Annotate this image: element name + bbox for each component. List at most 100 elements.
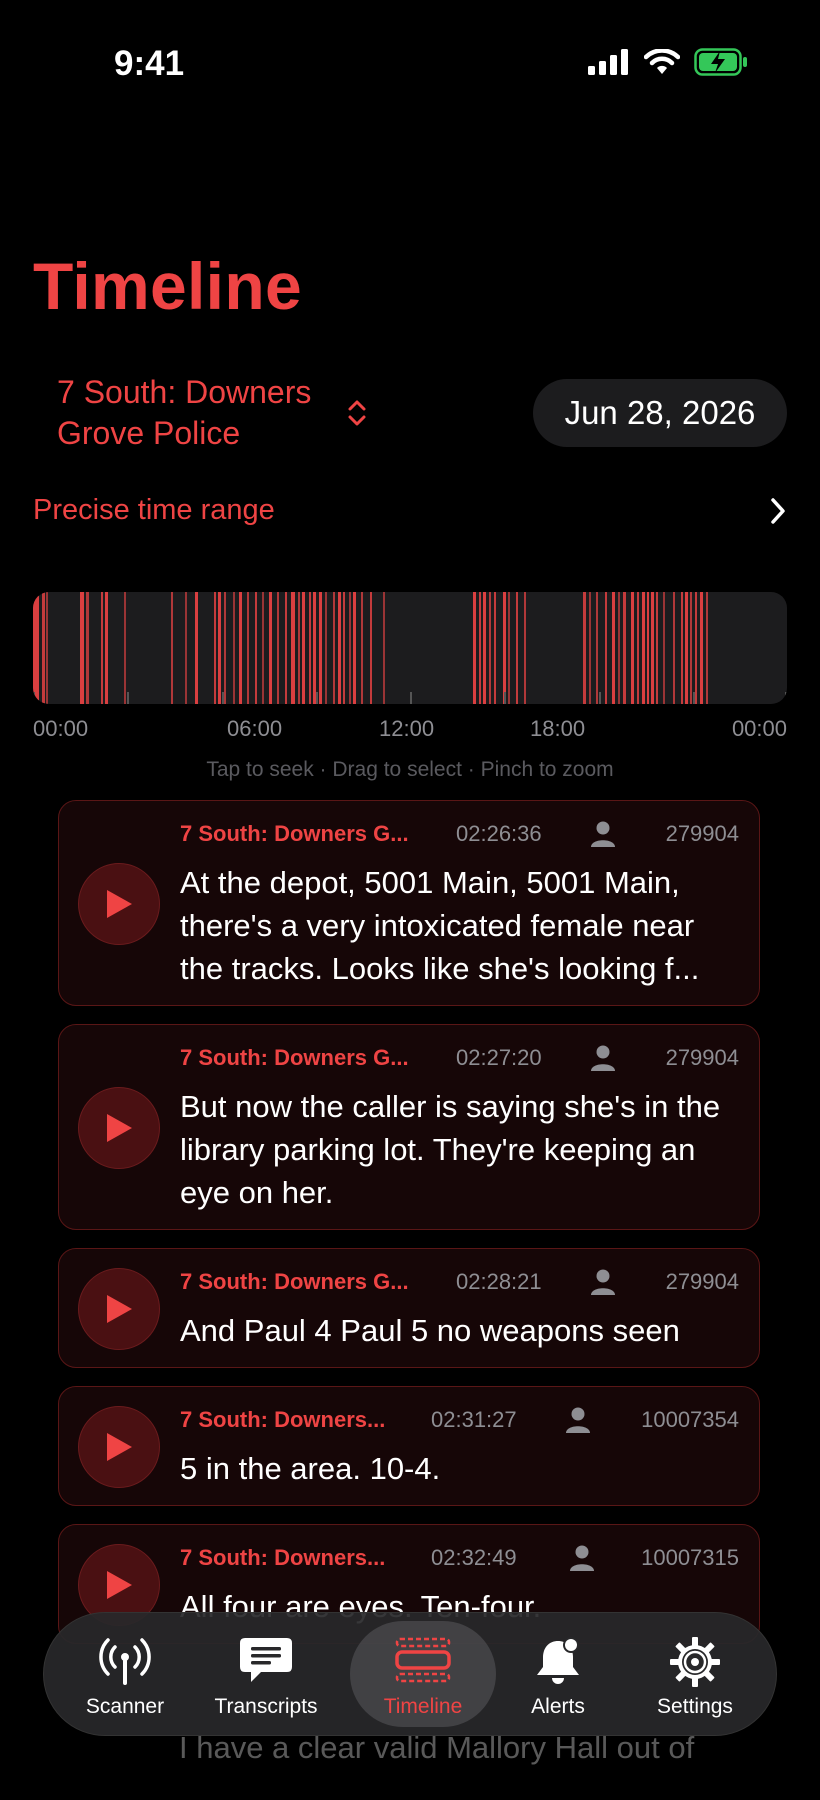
- timeline-activity-bar: [596, 592, 598, 704]
- play-button[interactable]: [78, 1087, 160, 1169]
- timeline-activity-bar: [333, 592, 335, 704]
- timeline-activity-bar: [494, 592, 496, 704]
- timeline-activity-bar: [631, 592, 634, 704]
- axis-label-6: 06:00: [227, 716, 283, 741]
- timeline-activity-bar: [612, 592, 615, 704]
- transcript-channel: 7 South: Downers...: [180, 1407, 386, 1432]
- timeline-activity-bar: [370, 592, 372, 704]
- transcript-meta: 7 South: Downers... 02:31:27 10007354: [180, 1407, 739, 1437]
- tab-timeline[interactable]: Timeline: [350, 1621, 496, 1727]
- timeline-activity-bar: [105, 592, 108, 704]
- transcript-meta: 7 South: Downers... 02:32:49 10007315: [180, 1545, 739, 1575]
- timeline-activity-bars: [33, 592, 787, 704]
- precise-time-range-label: Precise time range: [33, 494, 275, 526]
- timeline-tick: [222, 692, 224, 704]
- timeline-activity-bar: [383, 592, 385, 704]
- wifi-icon: [644, 49, 680, 74]
- timeline-tick: [599, 692, 601, 704]
- axis-label-0: 00:00: [33, 716, 89, 741]
- timeline-activity-bar: [42, 592, 45, 704]
- timeline-hint: Tap to seek · Drag to select · Pinch to …: [206, 758, 614, 781]
- timeline-activity-bar: [233, 592, 235, 704]
- tab-label: Scanner: [85, 1695, 165, 1718]
- axis-label-18: 18:00: [530, 716, 586, 741]
- timeline-activity-bar: [508, 592, 510, 704]
- play-icon: [107, 890, 132, 918]
- transcript-channel: 7 South: Downers G...: [180, 821, 409, 846]
- timeline-activity-bar: [255, 592, 257, 704]
- timeline-activity-bar: [285, 592, 287, 704]
- person-icon: [591, 1045, 615, 1071]
- tab-label: Timeline: [383, 1695, 463, 1718]
- timeline-activity-bar: [690, 592, 692, 704]
- play-icon: [107, 1571, 132, 1599]
- timeline-activity-bar: [685, 592, 688, 704]
- transcript-channel: 7 South: Downers G...: [180, 1269, 409, 1294]
- timeline-activity-bar: [623, 592, 626, 704]
- play-button[interactable]: [78, 863, 160, 945]
- timeline-activity-bar: [224, 592, 226, 704]
- transcript-meta: 7 South: Downers G... 02:27:20 279904: [180, 1045, 739, 1075]
- timeline-activity-bar: [361, 592, 363, 704]
- timeline-tick: [785, 692, 787, 704]
- timeline-activity-bar: [647, 592, 649, 704]
- transcript-unit-id: 279904: [665, 821, 739, 846]
- timeline-activity-bar: [101, 592, 103, 704]
- timeline-activity-bar: [489, 592, 491, 704]
- transcript-card[interactable]: 7 South: Downers G... 02:26:36 279904 At…: [58, 800, 760, 1006]
- timeline-activity-track[interactable]: [33, 592, 787, 704]
- tab-label: Settings: [657, 1695, 733, 1718]
- tab-scanner[interactable]: Scanner: [52, 1621, 198, 1727]
- timeline-activity-bar: [239, 592, 242, 704]
- transcript-text: At the depot, 5001 Main, 5001 Main, ther…: [180, 865, 700, 986]
- timeline-activity-bar: [171, 592, 173, 704]
- status-time: 9:41: [114, 44, 185, 83]
- transcript-card[interactable]: 7 South: Downers G... 02:27:20 279904 Bu…: [58, 1024, 760, 1230]
- timeline-tick: [410, 692, 412, 704]
- bell-icon: [537, 1637, 579, 1684]
- battery-charging-icon: [694, 48, 747, 76]
- timeline-activity-bar: [124, 592, 126, 704]
- play-button[interactable]: [78, 1406, 160, 1488]
- timeline-activity-bar: [695, 592, 697, 704]
- axis-label-24: 00:00: [731, 716, 787, 741]
- timeline-tick: [504, 692, 506, 704]
- timeline-activity-bar: [483, 592, 486, 704]
- timeline-activity-bar: [663, 592, 665, 704]
- timeline-activity-bar: [343, 592, 345, 704]
- timeline-tick: [127, 692, 129, 704]
- person-icon: [570, 1545, 594, 1571]
- timeline-activity-bar: [589, 592, 591, 704]
- tab-settings[interactable]: Settings: [622, 1621, 768, 1727]
- timeline-activity-bar: [605, 592, 607, 704]
- status-bar: 9:41: [0, 0, 820, 130]
- timeline-activity-bar: [642, 592, 645, 704]
- timeline-activity-bar: [353, 592, 356, 704]
- timeline-activity-bar: [473, 592, 476, 704]
- timeline-tick: [33, 692, 35, 704]
- timeline-activity-bar: [524, 592, 526, 704]
- timeline-activity-bar: [46, 592, 48, 704]
- transcript-unit-id: 279904: [665, 1269, 739, 1294]
- gear-icon: [670, 1637, 720, 1687]
- timeline-activity-bar: [325, 592, 327, 704]
- channel-selector[interactable]: 7 South: Downers Grove Police: [57, 372, 357, 454]
- play-button[interactable]: [78, 1268, 160, 1350]
- transcript-card[interactable]: 7 South: Downers... 02:31:27 10007354 5 …: [58, 1386, 760, 1506]
- tab-transcripts[interactable]: Transcripts: [193, 1621, 339, 1727]
- transcript-card[interactable]: 7 South: Downers G... 02:28:21 279904 An…: [58, 1248, 760, 1368]
- timeline-activity-bar: [673, 592, 675, 704]
- chevron-up-down-icon[interactable]: [346, 397, 368, 429]
- page-title: Timeline: [33, 249, 302, 323]
- status-icons: [588, 48, 748, 76]
- transcript-channel: 7 South: Downers G...: [180, 1045, 409, 1070]
- timeline-activity-bar: [247, 592, 249, 704]
- tab-alerts[interactable]: Alerts: [485, 1621, 631, 1727]
- cellular-signal-icon: [588, 49, 628, 75]
- tab-label: Alerts: [531, 1695, 585, 1718]
- timeline-activity-bar: [479, 592, 481, 704]
- precise-time-range-row[interactable]: Precise time range: [33, 490, 787, 532]
- timeline-activity-bar: [291, 592, 295, 704]
- date-picker-button[interactable]: Jun 28, 2026: [533, 379, 787, 447]
- timeline-activity-bar: [33, 592, 39, 704]
